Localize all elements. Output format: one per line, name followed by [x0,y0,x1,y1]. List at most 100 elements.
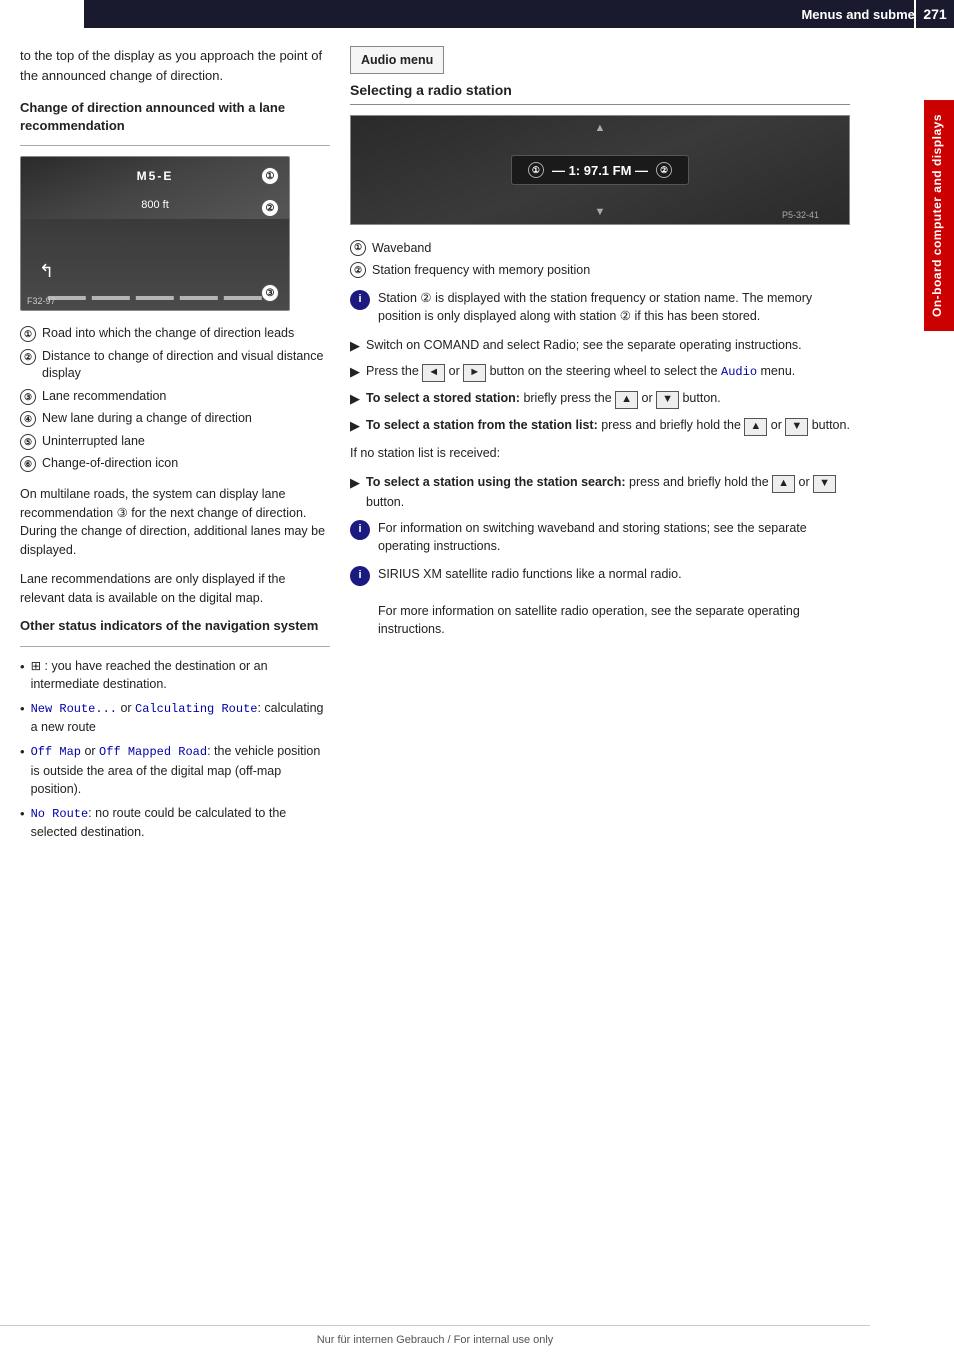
waveband-list: ① Waveband ② Station frequency with memo… [350,239,850,279]
btn-up-3[interactable]: ▲ [772,475,795,493]
step-2: ▶ Press the ◄ or ► button on the steerin… [350,362,850,382]
btn-down-3[interactable]: ▼ [813,475,836,493]
item-text-1: Road into which the change of direction … [42,325,294,343]
status-item-4: • No Route: no route could be calculated… [20,804,330,842]
status-bullet-list: • ⊞ : you have reached the destination o… [20,657,330,842]
section1-divider [20,145,330,146]
arrow-bullet-4: ▶ [350,417,360,436]
nav-badge-2: ② [261,199,279,217]
radio-arrow-up: ▲ [595,122,606,134]
step-text-2: Press the ◄ or ► button on the steering … [366,362,795,382]
btn-up-1[interactable]: ▲ [615,391,638,409]
bullet-dot-4: • [20,805,25,824]
item-text-6: Change-of-direction icon [42,455,178,473]
lane-line-5 [224,296,262,300]
item-num-5: ⑤ [20,434,36,450]
lane-line-2 [92,296,130,300]
info-text-3: SIRIUS XM satellite radio functions like… [378,565,850,638]
right-section-heading: Selecting a radio station [350,82,850,98]
info-icon-3: i [350,566,370,586]
btn-down-2[interactable]: ▼ [785,418,808,436]
status-text-3: Off Map or Off Mapped Road: the vehicle … [31,742,330,798]
item-text-2: Distance to change of direction and visu… [42,348,330,383]
step-3: ▶ To select a stored station: briefly pr… [350,389,850,409]
step-list: ▶ Switch on COMAND and select Radio; see… [350,336,850,437]
intro-text: to the top of the display as you approac… [20,46,330,85]
nav-dist-label: 800 ft [141,199,169,211]
list-item: ⑥ Change-of-direction icon [20,455,330,473]
radio-badge-2: ② [656,162,672,178]
radio-img-label: P5-32-41 [782,210,819,220]
radio-display: ① — 1: 97.1 FM — ② [511,155,689,185]
arrow-bullet-2: ▶ [350,363,360,382]
lane-line-3 [136,296,174,300]
list-item: ④ New lane during a change of direction [20,410,330,428]
waveband-item-1: ① Waveband [350,239,850,257]
waveband-text-1: Waveband [372,239,431,257]
numbered-list: ① Road into which the change of directio… [20,325,330,473]
page-number: 271 [914,0,954,28]
btn-up-2[interactable]: ▲ [744,418,767,436]
info-icon-1: i [350,290,370,310]
radio-badge-1: ① [528,162,544,178]
body-para-1: On multilane roads, the system can displ… [20,485,330,560]
nav-label-m5e: M5-E [137,169,174,183]
radio-arrow-down: ▼ [595,206,606,218]
section-status-indicators: Other status indicators of the navigatio… [20,617,330,841]
main-content: to the top of the display as you approac… [0,28,870,891]
footer: Nur für internen Gebrauch / For internal… [0,1325,870,1354]
item-num-2: ② [20,349,36,365]
step-text-5: To select a station using the station se… [366,473,850,511]
list-item: ① Road into which the change of directio… [20,325,330,343]
audio-menu-label: Audio menu [350,46,444,74]
arrow-bullet-3: ▶ [350,390,360,409]
info-box-3: i SIRIUS XM satellite radio functions li… [350,565,850,638]
status-text-2: New Route... or Calculating Route: calcu… [31,699,330,737]
nav-image: M5-E ① ② 800 ft ↰ ③ F32-97 [20,156,290,311]
status-item-1: • ⊞ : you have reached the destination o… [20,657,330,693]
nav-badge-1: ① [261,167,279,185]
side-tab-label: On-board computer and displays [930,114,944,317]
info-text-1: Station ② is displayed with the station … [378,289,850,325]
waveband-num-1: ① [350,240,366,256]
right-section-divider [350,104,850,105]
radio-image: ▲ ① — 1: 97.1 FM — ② ▼ P5-32-41 [350,115,850,225]
list-item: ③ Lane recommendation [20,388,330,406]
lane-line-4 [180,296,218,300]
btn-back[interactable]: ◄ [422,364,445,382]
info-box-1: i Station ② is displayed with the statio… [350,289,850,325]
side-tab: On-board computer and displays [924,100,954,331]
step-text-4: To select a station from the station lis… [366,416,850,436]
step-text-3: To select a stored station: briefly pres… [366,389,721,409]
item-text-3: Lane recommendation [42,388,166,406]
radio-freq: — 1: 97.1 FM — [552,163,648,178]
arrow-bullet-5: ▶ [350,474,360,493]
step-4: ▶ To select a station from the station l… [350,416,850,436]
waveband-num-2: ② [350,262,366,278]
status-item-2: • New Route... or Calculating Route: cal… [20,699,330,737]
status-item-3: • Off Map or Off Mapped Road: the vehicl… [20,742,330,798]
body-para-2: Lane recommendations are only displayed … [20,570,330,608]
item-num-6: ⑥ [20,456,36,472]
section2-divider [20,646,330,647]
btn-down-1[interactable]: ▼ [656,391,679,409]
nav-bottom-label: F32-97 [27,296,56,306]
header-bar: Menus and submenus [84,0,954,28]
lane-lines [48,270,262,300]
info-text-2: For information on switching waveband an… [378,519,850,555]
left-column: to the top of the display as you approac… [20,46,330,851]
item-num-3: ③ [20,389,36,405]
item-text-5: Uninterrupted lane [42,433,145,451]
step-text-1: Switch on COMAND and select Radio; see t… [366,336,802,354]
step-list-2: ▶ To select a station using the station … [350,473,850,511]
section2-heading: Other status indicators of the navigatio… [20,617,330,635]
step-5: ▶ To select a station using the station … [350,473,850,511]
list-item: ⑤ Uninterrupted lane [20,433,330,451]
step-1: ▶ Switch on COMAND and select Radio; see… [350,336,850,356]
waveband-text-2: Station frequency with memory position [372,261,590,279]
list-item: ② Distance to change of direction and vi… [20,348,330,383]
btn-forward[interactable]: ► [463,364,486,382]
arrow-bullet-1: ▶ [350,337,360,356]
info-box-2: i For information on switching waveband … [350,519,850,555]
bullet-dot-1: • [20,658,25,677]
